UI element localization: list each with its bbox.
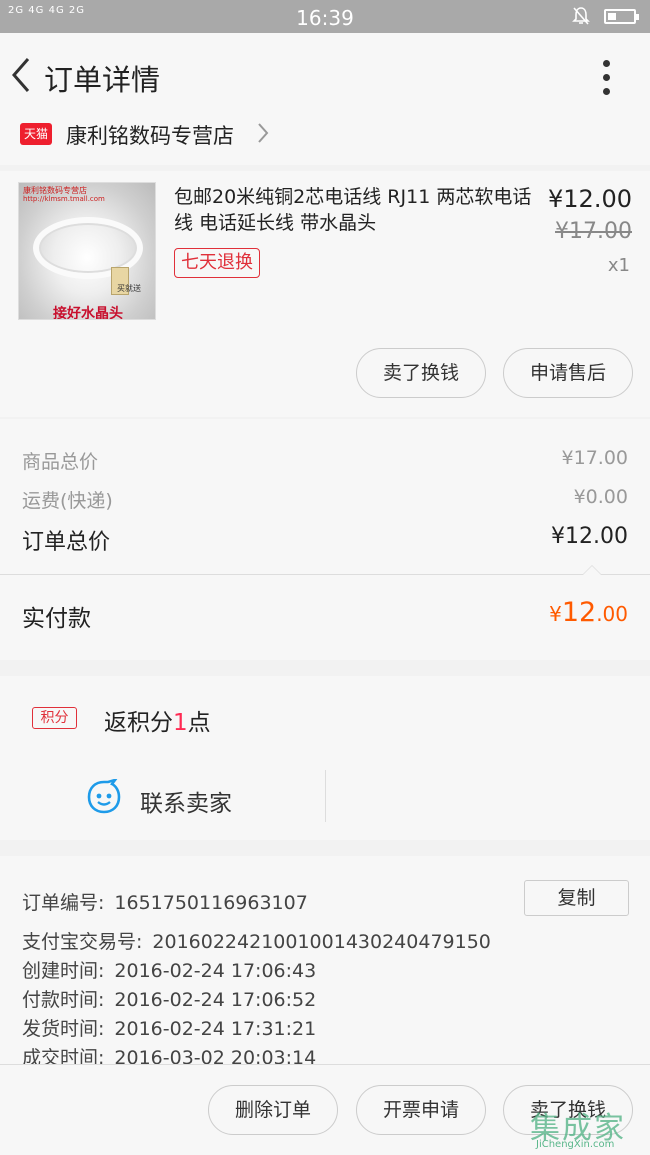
delete-order-button[interactable]: 删除订单 (208, 1085, 338, 1135)
product-original-price: ¥17.00 (555, 219, 632, 244)
shipped-row: 发货时间: 2016-02-24 17:31:21 (22, 1018, 317, 1040)
order-number: 1651750116963107 (114, 892, 308, 914)
completed-row: 成交时间: 2016-03-02 20:03:14 (22, 1047, 317, 1066)
after-sale-button[interactable]: 申请售后 (503, 348, 633, 398)
callout-notch (582, 565, 602, 575)
alipay-number: 2016022421001001430240479150 (152, 931, 491, 953)
divider (325, 770, 326, 822)
order-number-row: 订单编号: 1651750116963107 (22, 892, 308, 914)
store-row[interactable]: 天猫 康利铭数码专营店 (0, 119, 650, 165)
product-card[interactable]: 康利铭数码专营店 http://klmsm.tmall.com 买就送 接好水晶… (0, 171, 650, 417)
bell-muted-icon (572, 6, 590, 31)
paid-time-row: 付款时间: 2016-02-24 17:06:52 (22, 989, 317, 1011)
product-quantity: x1 (607, 255, 630, 276)
chat-bubble-icon[interactable] (86, 777, 122, 815)
alipay-row: 支付宝交易号: 2016022421001001430240479150 (22, 931, 491, 953)
nav-bar: 订单详情 (0, 33, 650, 119)
points-text: 返积分1点 (104, 710, 211, 736)
clock: 16:39 (296, 6, 354, 30)
product-price: ¥12.00 (548, 185, 632, 213)
page-title: 订单详情 (44, 63, 161, 97)
watermark-logo: 集成家 JiChengXin.com (530, 1111, 626, 1150)
paid-label: 实付款 (22, 606, 91, 632)
image-gift-text: 买就送 (117, 284, 141, 293)
points-section: 积分 返积分1点 联系卖家 (0, 676, 650, 840)
store-name[interactable]: 康利铭数码专营店 (66, 120, 234, 150)
points-badge: 积分 (32, 707, 77, 729)
created-row: 创建时间: 2016-02-24 17:06:43 (22, 960, 317, 982)
order-total-label: 订单总价 (22, 530, 111, 555)
copy-button[interactable]: 复制 (524, 880, 629, 916)
product-title[interactable]: 包邮20米纯铜2芯电话线 RJ11 两芯软电话线 电话延长线 带水晶头 (174, 184, 538, 236)
contact-seller-button[interactable]: 联系卖家 (140, 784, 232, 818)
chevron-left-icon (12, 58, 30, 92)
order-info-section: 订单编号: 1651750116963107 复制 支付宝交易号: 20160224… (0, 856, 650, 1066)
price-summary: 商品总价 ¥17.00 运费(快递) ¥0.00 订单总价 ¥12.00 (0, 419, 650, 575)
order-total-value: ¥12.00 (551, 524, 628, 549)
paid-row: 实付款 ¥12.00 (0, 575, 650, 660)
status-bar: 2G 4G 4G 2G 16:39 (0, 0, 650, 33)
back-button[interactable] (6, 55, 36, 95)
resell-button[interactable]: 卖了换钱 (356, 348, 486, 398)
invoice-request-button[interactable]: 开票申请 (356, 1085, 486, 1135)
chevron-right-icon (256, 121, 270, 151)
goods-total-label: 商品总价 (22, 451, 99, 473)
tmall-badge: 天猫 (20, 123, 52, 145)
goods-total-value: ¥17.00 (561, 447, 628, 469)
shipping-label: 运费(快递) (22, 490, 113, 512)
more-menu-button[interactable] (594, 57, 618, 97)
product-image[interactable]: 康利铭数码专营店 http://klmsm.tmall.com 买就送 接好水晶… (18, 182, 156, 320)
image-caption: 接好水晶头 (53, 306, 123, 320)
battery-icon (604, 9, 639, 24)
paid-amount: ¥12.00 (549, 597, 628, 628)
image-url-text: http://klmsm.tmall.com (23, 195, 105, 203)
return-policy-badge: 七天退换 (174, 248, 260, 278)
shipping-value: ¥0.00 (573, 486, 628, 508)
